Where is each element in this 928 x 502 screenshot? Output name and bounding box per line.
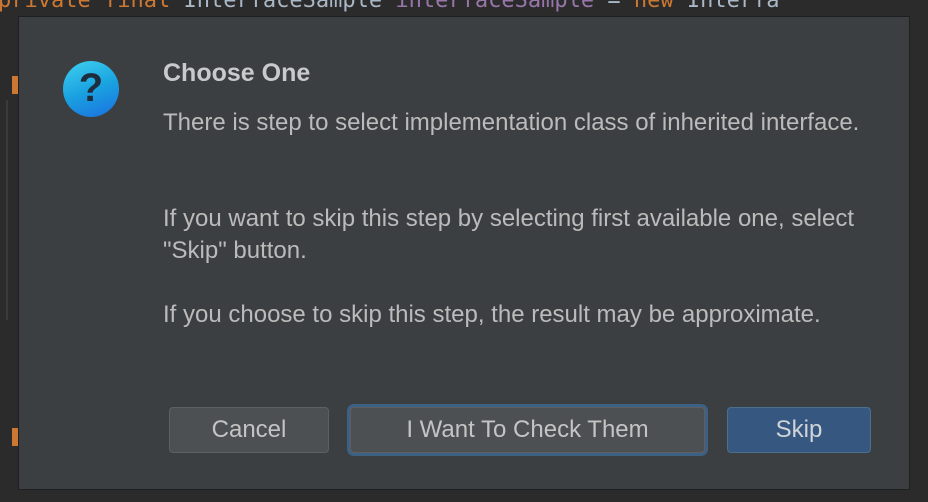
dialog-message-line1: There is step to select implementation c… <box>163 109 860 136</box>
code-keyword: new <box>633 0 674 13</box>
question-icon: ? <box>63 61 119 117</box>
question-mark-glyph: ? <box>78 66 104 110</box>
cancel-button[interactable]: Cancel <box>169 407 329 453</box>
code-type: InterfaceSample <box>183 0 383 13</box>
dialog-message-line2: If you want to skip this step by selecti… <box>163 205 855 264</box>
dialog-message-line3: If you choose to skip this step, the res… <box>163 301 821 328</box>
check-them-button[interactable]: I Want To Check Them <box>350 407 705 453</box>
code-constructor: Interfa <box>686 0 780 13</box>
indent-guide <box>6 100 8 320</box>
code-line: private final InterfaceSample interfaceS… <box>0 0 780 13</box>
choose-one-dialog: ? Choose One There is step to select imp… <box>18 16 910 490</box>
code-keyword: final <box>103 0 171 13</box>
dialog-title: Choose One <box>163 59 311 87</box>
code-field: interfaceSample <box>395 0 595 13</box>
skip-button[interactable]: Skip <box>727 407 871 453</box>
code-keyword: private <box>0 0 91 13</box>
code-operator: = <box>607 0 621 13</box>
